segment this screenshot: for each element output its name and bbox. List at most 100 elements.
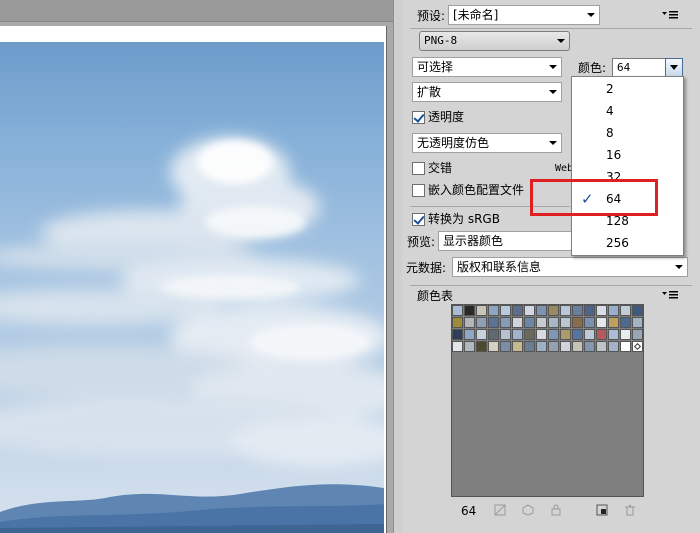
color-swatch[interactable] — [536, 317, 547, 328]
color-swatch[interactable] — [548, 305, 559, 316]
color-swatch[interactable] — [560, 317, 571, 328]
highlight-annotation — [530, 179, 658, 216]
color-swatch[interactable] — [572, 329, 583, 340]
color-swatch[interactable] — [500, 317, 511, 328]
color-swatch[interactable] — [488, 305, 499, 316]
color-swatch[interactable] — [476, 329, 487, 340]
color-swatch[interactable] — [524, 305, 535, 316]
interlaced-checkbox[interactable] — [412, 162, 425, 175]
color-swatch[interactable] — [452, 305, 463, 316]
convert-srgb-checkbox[interactable] — [412, 213, 425, 226]
color-swatch[interactable] — [464, 329, 475, 340]
panel-menu-icon[interactable] — [662, 290, 678, 300]
metadata-select[interactable]: 版权和联系信息 — [452, 257, 688, 277]
web-shift-icon[interactable] — [522, 504, 534, 516]
color-swatch[interactable] — [596, 317, 607, 328]
color-swatch[interactable] — [620, 329, 631, 340]
color-swatch[interactable] — [548, 317, 559, 328]
preset-select[interactable]: [未命名] — [448, 5, 600, 25]
color-swatch[interactable] — [512, 329, 523, 340]
trash-icon[interactable] — [624, 504, 636, 516]
color-swatch[interactable] — [596, 329, 607, 340]
colors-option-4[interactable]: 4 — [572, 100, 683, 122]
color-table[interactable] — [451, 304, 644, 497]
color-swatch[interactable] — [512, 317, 523, 328]
preview-select[interactable]: 显示器颜色 — [438, 231, 578, 251]
color-swatch[interactable] — [620, 317, 631, 328]
color-swatch[interactable] — [584, 317, 595, 328]
color-swatch[interactable] — [464, 305, 475, 316]
color-swatch[interactable] — [560, 329, 571, 340]
color-swatch[interactable] — [464, 317, 475, 328]
color-swatch[interactable] — [524, 317, 535, 328]
color-swatch[interactable] — [488, 329, 499, 340]
color-swatch[interactable] — [476, 341, 487, 352]
color-swatch[interactable] — [572, 305, 583, 316]
preset-label: 预设: — [417, 9, 446, 23]
color-swatch[interactable] — [608, 329, 619, 340]
color-swatch[interactable] — [632, 329, 643, 340]
color-swatch[interactable] — [524, 341, 535, 352]
embed-profile-checkbox[interactable] — [412, 184, 425, 197]
panel-menu-icon[interactable] — [662, 10, 678, 20]
transparency-dither-select[interactable]: 无透明度仿色 — [412, 133, 562, 153]
color-swatch[interactable] — [464, 341, 475, 352]
metadata-value: 版权和联系信息 — [457, 260, 542, 274]
color-swatch[interactable] — [608, 317, 619, 328]
web-safe-marker-icon — [633, 342, 642, 351]
color-swatch[interactable] — [632, 305, 643, 316]
colors-dropdown-button[interactable] — [665, 58, 683, 77]
format-select[interactable]: PNG-8 — [419, 31, 570, 51]
color-swatch[interactable] — [632, 317, 643, 328]
color-swatch[interactable] — [560, 341, 571, 352]
colors-option-label: 2 — [606, 82, 614, 96]
colors-option-16[interactable]: 16 — [572, 144, 683, 166]
color-swatch[interactable] — [596, 341, 607, 352]
color-swatch[interactable] — [620, 305, 631, 316]
color-reduction-select[interactable]: 可选择 — [412, 57, 562, 77]
color-swatch[interactable] — [560, 305, 571, 316]
color-swatch[interactable] — [608, 341, 619, 352]
colors-option-label: 4 — [606, 104, 614, 118]
color-swatch[interactable] — [536, 341, 547, 352]
color-swatch[interactable] — [608, 305, 619, 316]
color-swatch[interactable] — [596, 305, 607, 316]
transparency-checkbox[interactable] — [412, 111, 425, 124]
map-transparent-icon[interactable] — [494, 504, 506, 516]
color-swatch[interactable] — [488, 341, 499, 352]
color-swatch[interactable] — [548, 329, 559, 340]
lock-icon[interactable] — [550, 504, 562, 516]
preview-image[interactable] — [0, 42, 384, 533]
color-swatch[interactable] — [524, 329, 535, 340]
dither-select[interactable]: 扩散 — [412, 82, 562, 102]
color-swatch[interactable] — [536, 329, 547, 340]
color-swatch[interactable] — [500, 305, 511, 316]
colors-option-8[interactable]: 8 — [572, 122, 683, 144]
color-swatch[interactable] — [620, 341, 631, 352]
color-swatch[interactable] — [572, 317, 583, 328]
colors-option-2[interactable]: 2 — [572, 78, 683, 100]
color-swatch[interactable] — [476, 317, 487, 328]
color-swatch[interactable] — [548, 341, 559, 352]
color-swatch[interactable] — [500, 341, 511, 352]
color-swatch[interactable] — [536, 305, 547, 316]
colors-option-256[interactable]: 256 — [572, 232, 683, 254]
color-swatch[interactable] — [584, 305, 595, 316]
color-swatch[interactable] — [452, 329, 463, 340]
color-swatch[interactable] — [512, 341, 523, 352]
color-swatch[interactable] — [452, 341, 463, 352]
color-swatch[interactable] — [632, 341, 643, 352]
color-swatch[interactable] — [584, 341, 595, 352]
color-swatch[interactable] — [476, 305, 487, 316]
colors-input[interactable]: 64 — [612, 58, 666, 77]
colors-label: 颜色: — [578, 61, 607, 75]
color-swatch[interactable] — [584, 329, 595, 340]
new-color-icon[interactable] — [596, 504, 608, 516]
color-swatch[interactable] — [488, 317, 499, 328]
color-swatch[interactable] — [512, 305, 523, 316]
panel-splitter[interactable] — [393, 0, 402, 533]
color-swatch[interactable] — [452, 317, 463, 328]
preview-label: 预览: — [407, 235, 436, 249]
color-swatch[interactable] — [572, 341, 583, 352]
color-swatch[interactable] — [500, 329, 511, 340]
